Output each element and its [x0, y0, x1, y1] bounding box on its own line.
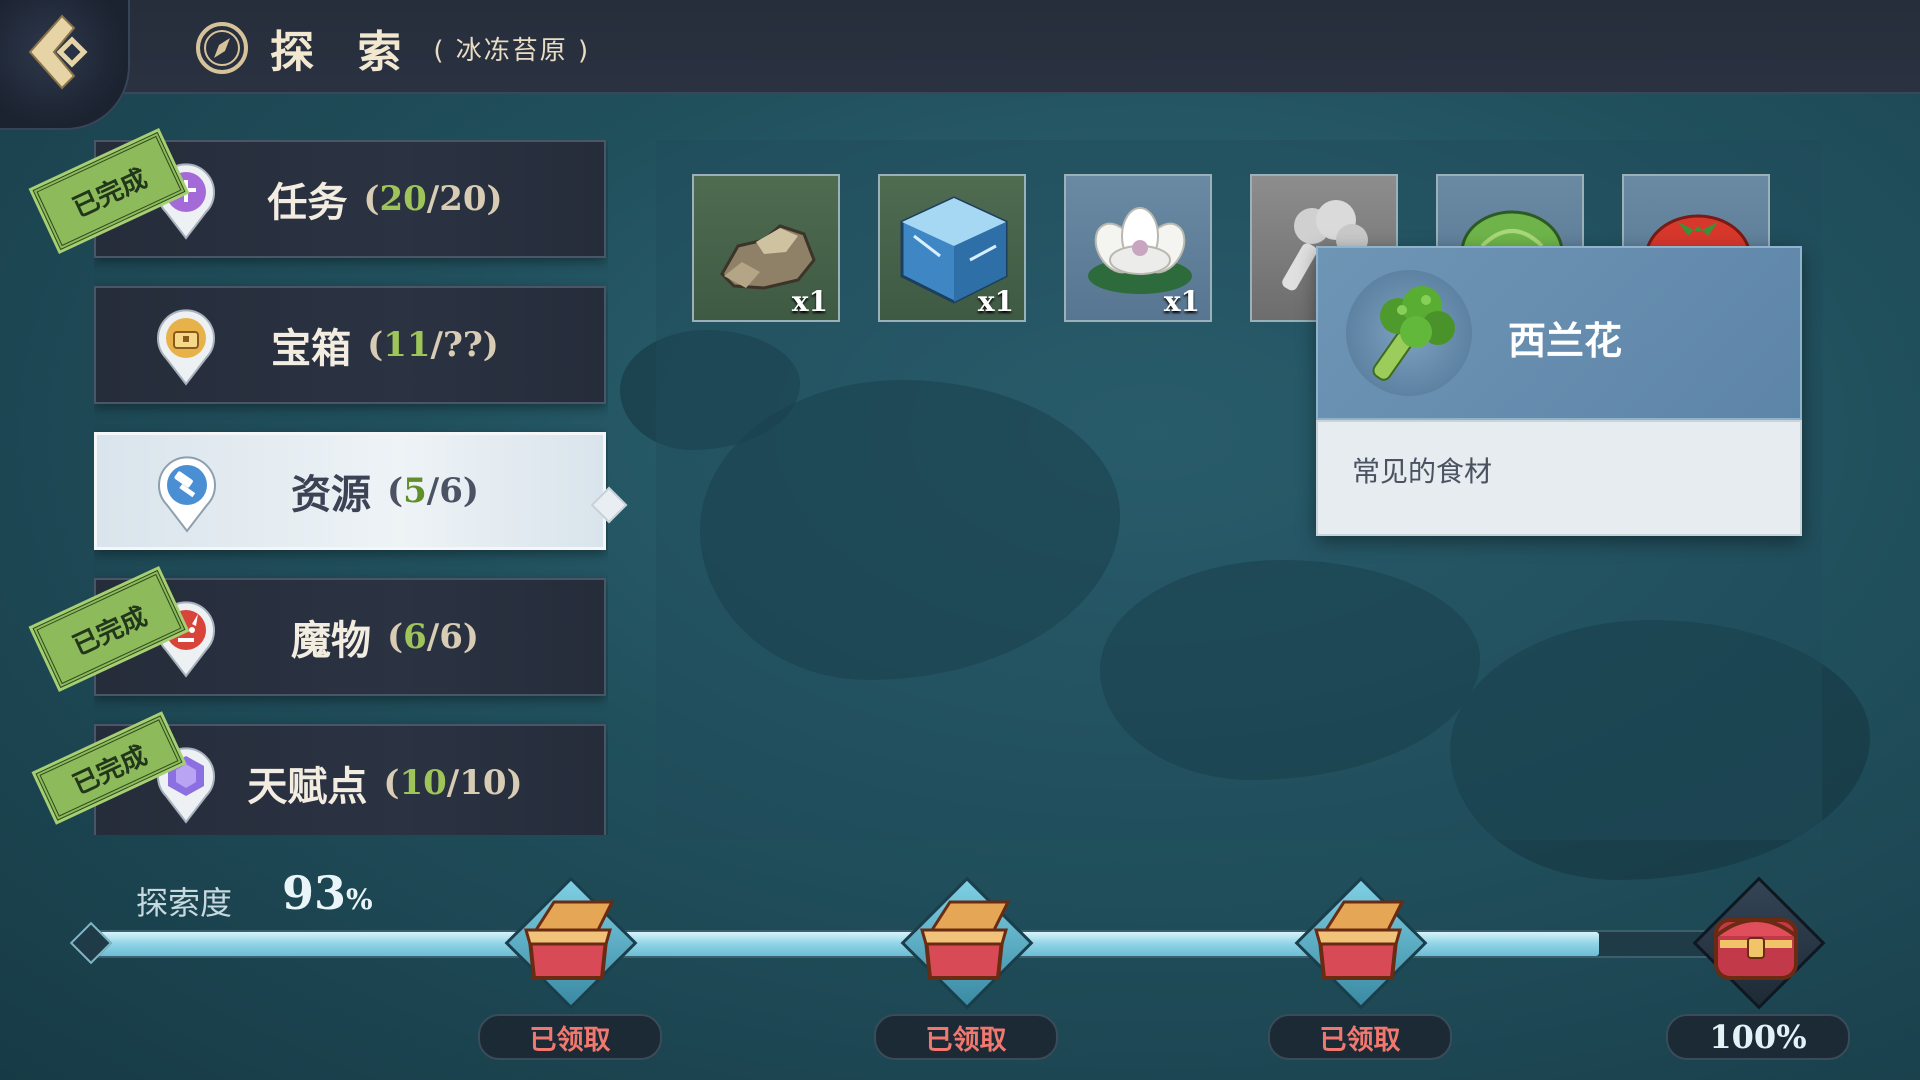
page-title: 探 索 ( 冰冻苔原 ): [192, 18, 590, 78]
category-item-quests[interactable]: 任务 (20/20): [94, 140, 606, 258]
tooltip-icon-frame: [1346, 270, 1472, 396]
category-item-chests[interactable]: 宝箱 (11/??): [94, 286, 606, 404]
back-arrow-icon: [28, 14, 88, 90]
category-count: (20/20): [363, 179, 503, 219]
category-count: (10/10): [383, 763, 523, 803]
category-count: (11/??): [367, 325, 499, 365]
category-count: (5/6): [387, 471, 479, 511]
milestone-2[interactable]: [896, 872, 1034, 1010]
open-chest-icon: [1314, 900, 1405, 980]
closed-chest-icon: [1714, 918, 1798, 980]
category-item-monsters[interactable]: 魔物 (6/6): [94, 578, 606, 696]
milestone-final[interactable]: [1688, 872, 1826, 1010]
resource-quantity: x1: [977, 285, 1014, 318]
milestone-final-threshold: 100%: [1666, 1014, 1850, 1060]
category-label: 任务 (20/20): [96, 142, 604, 256]
category-name: 魔物: [291, 618, 372, 664]
exploration-label: 探索度: [136, 884, 233, 922]
category-label: 魔物 (6/6): [96, 580, 604, 694]
milestone-1-status: 已领取: [478, 1014, 662, 1060]
category-name: 天赋点: [247, 764, 368, 810]
tooltip-item-name: 西兰花: [1508, 319, 1623, 363]
broccoli-icon: [1372, 286, 1455, 381]
back-button[interactable]: [0, 0, 130, 130]
title-text: 探 索: [270, 27, 416, 78]
milestone-1[interactable]: [500, 872, 638, 1010]
region-name: ( 冰冻苔原 ): [433, 35, 591, 66]
milestone-2-status: 已领取: [874, 1014, 1058, 1060]
resource-item-ice[interactable]: x1: [878, 174, 1026, 322]
category-name: 宝箱: [271, 326, 352, 372]
tooltip-description: 常见的食材: [1352, 455, 1493, 488]
compass-icon: [196, 22, 248, 74]
resource-item-rock[interactable]: x1: [692, 174, 840, 322]
exploration-percent: 93%: [282, 866, 373, 920]
milestone-3[interactable]: [1290, 872, 1428, 1010]
resource-quantity: x1: [1163, 285, 1200, 318]
milestone-3-status: 已领取: [1268, 1014, 1452, 1060]
category-label: 宝箱 (11/??): [96, 288, 604, 402]
open-chest-icon: [524, 900, 615, 980]
tooltip-header: 西兰花: [1316, 246, 1802, 420]
category-count: (6/6): [387, 617, 479, 657]
resource-item-flower[interactable]: x1: [1064, 174, 1212, 322]
category-name: 资源: [291, 472, 372, 518]
category-list: 任务 (20/20) 宝箱 (11/??) 资源 (5/6) 魔物 (6/6) …: [94, 140, 608, 835]
category-item-resources[interactable]: 资源 (5/6): [94, 432, 606, 550]
open-chest-icon: [920, 900, 1011, 980]
category-label: 资源 (5/6): [97, 435, 603, 547]
tooltip-body: 常见的食材: [1316, 420, 1802, 536]
item-tooltip: 西兰花 常见的食材: [1316, 246, 1802, 536]
category-name: 任务: [267, 180, 348, 226]
resource-quantity: x1: [791, 285, 828, 318]
